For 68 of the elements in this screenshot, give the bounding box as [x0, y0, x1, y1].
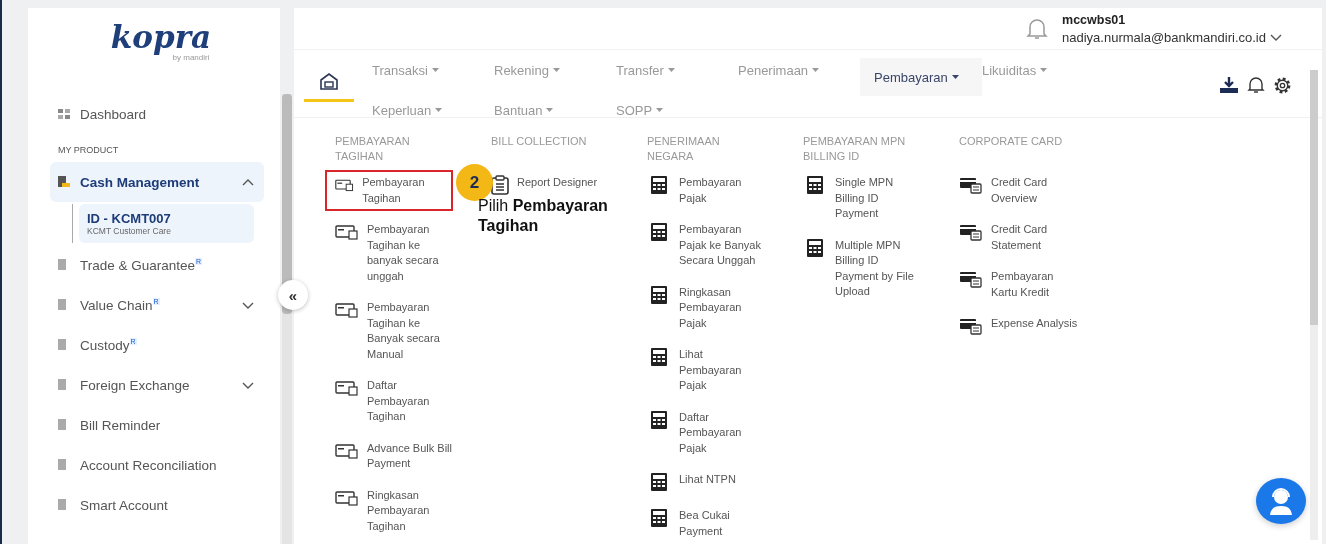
- grid-icon: [58, 109, 70, 119]
- caret-icon: [656, 108, 664, 112]
- caret-icon: [552, 68, 560, 72]
- product-icon: [58, 176, 70, 188]
- menu-item[interactable]: Credit Card Overview: [957, 170, 1087, 211]
- menu-item[interactable]: Expense Analysis: [957, 311, 1086, 341]
- sidebar-item[interactable]: Trade & Guarantee$^{R}$: [50, 245, 264, 285]
- sidebar-item[interactable]: Cash Management: [50, 162, 264, 202]
- sidebar-item[interactable]: Bill Reminder: [50, 405, 264, 445]
- sidebar-item[interactable]: Account Reconciliation: [50, 445, 264, 485]
- column-heading: BILL COLLECTION: [491, 134, 588, 149]
- menu-item[interactable]: Credit Card Statement: [957, 217, 1087, 258]
- menu-item[interactable]: Single MPN Billing ID Payment: [801, 170, 931, 227]
- sub-item[interactable]: ID - KCMT007 KCMT Customer Care: [79, 204, 254, 243]
- menu-item[interactable]: Pembayaran Pajak ke Banyak Secara Unggah: [645, 217, 775, 274]
- scrollbar[interactable]: [1310, 70, 1318, 540]
- menu-item[interactable]: Pembayaran Tagihan ke Banyak secara Manual: [333, 295, 463, 367]
- home-icon: [319, 71, 339, 90]
- nav-tab[interactable]: Pembayaran: [860, 58, 982, 96]
- card-icon: [335, 222, 359, 242]
- bell-icon[interactable]: [1247, 76, 1265, 94]
- sidebar-item[interactable]: Smart Account: [50, 485, 264, 525]
- user-email[interactable]: nadiya.nurmala@bankmandiri.co.id: [1062, 29, 1282, 45]
- menu-item[interactable]: Ringkasan Pembayaran Tagihan: [333, 482, 463, 539]
- menu-item[interactable]: Multiple MPN Billing ID Payment by File Upload: [801, 232, 931, 305]
- menu-item[interactable]: Ringkasan Pembayaran Pajak: [645, 279, 775, 336]
- credit-cards-icon: [959, 316, 983, 336]
- support-agent-icon: [1267, 486, 1295, 516]
- clipboard-icon: [491, 175, 509, 195]
- menu-item[interactable]: Daftar Pembayaran Pajak: [645, 404, 775, 461]
- caret-icon: [435, 108, 443, 112]
- menu-item[interactable]: Daftar Pembayaran Tagihan: [333, 373, 463, 430]
- menu-item[interactable]: Pembayaran Kartu Kredit: [957, 264, 1087, 305]
- credit-cards-icon: [959, 175, 983, 195]
- menu-item[interactable]: Pembayaran Tagihan ke banyak secara unggah: [333, 217, 463, 289]
- menu-item[interactable]: Bea Cukai Payment: [645, 503, 775, 544]
- caret-icon: [1040, 68, 1048, 72]
- menu-item[interactable]: Lihat NTPN: [645, 467, 744, 497]
- caret-icon: [667, 68, 675, 72]
- caret-icon: [812, 68, 820, 72]
- caret-icon: [546, 108, 554, 112]
- menu-item[interactable]: Pembayaran Pajak: [645, 170, 775, 211]
- logo: kopra: [110, 22, 212, 53]
- sidebar-item[interactable]: Value Chain$^{R}$: [50, 285, 264, 325]
- logo-tagline: by mandiri: [172, 53, 210, 62]
- credit-cards-icon: [959, 269, 983, 289]
- download-icon[interactable]: [1219, 76, 1239, 94]
- card-icon: [335, 300, 359, 320]
- column-heading: PEMBAYARAN TAGIHAN: [335, 134, 411, 164]
- column-heading: PEMBAYARAN MPN BILLING ID: [803, 134, 907, 164]
- column-heading: CORPORATE CARD: [959, 134, 1064, 149]
- caret-icon: [951, 75, 959, 79]
- username: mccwbs01: [1062, 12, 1127, 27]
- credit-cards-icon: [959, 222, 983, 242]
- menu-item[interactable]: Advance Bulk Bill Payment: [333, 435, 463, 477]
- caret-icon: [431, 68, 439, 72]
- section-heading: MY PRODUCT: [57, 144, 120, 157]
- card-icon: [335, 378, 359, 398]
- menu-item[interactable]: Pembayaran Tagihan: [325, 170, 453, 211]
- column-heading: PENERIMAAN NEGARA: [647, 134, 721, 164]
- menu-item[interactable]: Lihat Pembayaran Pajak: [645, 342, 775, 399]
- collapse-button[interactable]: «: [278, 280, 308, 310]
- sidebar-item[interactable]: Foreign Exchange: [50, 365, 264, 405]
- chevron-down-icon: [1270, 33, 1282, 41]
- settings-icon[interactable]: [1273, 76, 1292, 95]
- dashboard-link[interactable]: Dashboard: [50, 94, 264, 134]
- sidebar-item[interactable]: Custody$^{R}$: [50, 325, 264, 365]
- support-button[interactable]: [1256, 478, 1306, 524]
